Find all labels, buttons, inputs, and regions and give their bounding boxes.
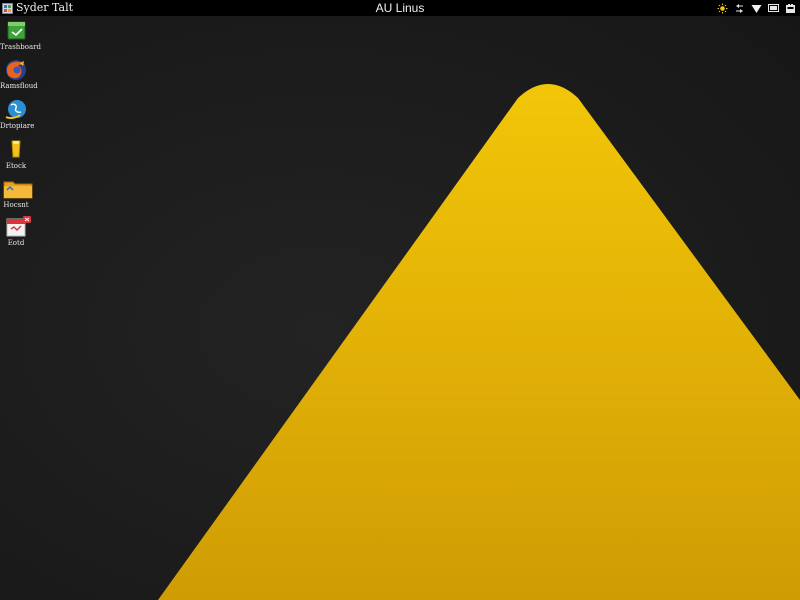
desktop-icon-label: Drtopiare [0,122,35,130]
app-menu[interactable]: Syder Talt [2,0,73,16]
desktop-icon-etock[interactable]: Etock [0,139,32,171]
desktop-icon-label: Trashboard [0,43,41,51]
brightness-icon[interactable] [717,3,728,14]
firefox-icon [3,59,29,81]
panel-app-label[interactable]: Syder Talt [16,0,73,16]
battery-icon[interactable] [785,3,796,14]
network-icon[interactable] [734,3,745,14]
desktop-icon-drtopiare[interactable]: Drtopiare [0,99,35,131]
wallpaper-triangle [158,84,800,600]
panel-clock-title[interactable]: AU Linus [376,1,425,15]
desktop-icon-trashboard[interactable]: Trashboard [0,20,41,52]
folder-icon [3,178,33,200]
desktop[interactable]: Syder Talt AU Linus Trashboard Ramsfloud… [0,0,800,600]
desktop-icon-label: Eotd [7,239,25,247]
system-tray [717,0,796,16]
browser-globe-icon [3,99,29,121]
desktop-icon-eotd[interactable]: Eotd [0,216,32,248]
wifi-icon[interactable] [751,3,762,14]
glass-icon [3,139,29,161]
desktop-icon-label: Hocsnt [3,201,29,209]
display-icon[interactable] [768,3,779,14]
desktop-icon-hocsnt[interactable]: Hocsnt [0,178,33,210]
app-grid-icon[interactable] [2,2,13,14]
desktop-icon-label: Ramsfloud [0,82,38,90]
red-document-icon [3,216,31,238]
top-panel: Syder Talt AU Linus [0,0,800,16]
desktop-icon-label: Etock [5,162,27,170]
desktop-icon-ramsfloud[interactable]: Ramsfloud [0,59,38,91]
green-document-icon [3,20,29,42]
